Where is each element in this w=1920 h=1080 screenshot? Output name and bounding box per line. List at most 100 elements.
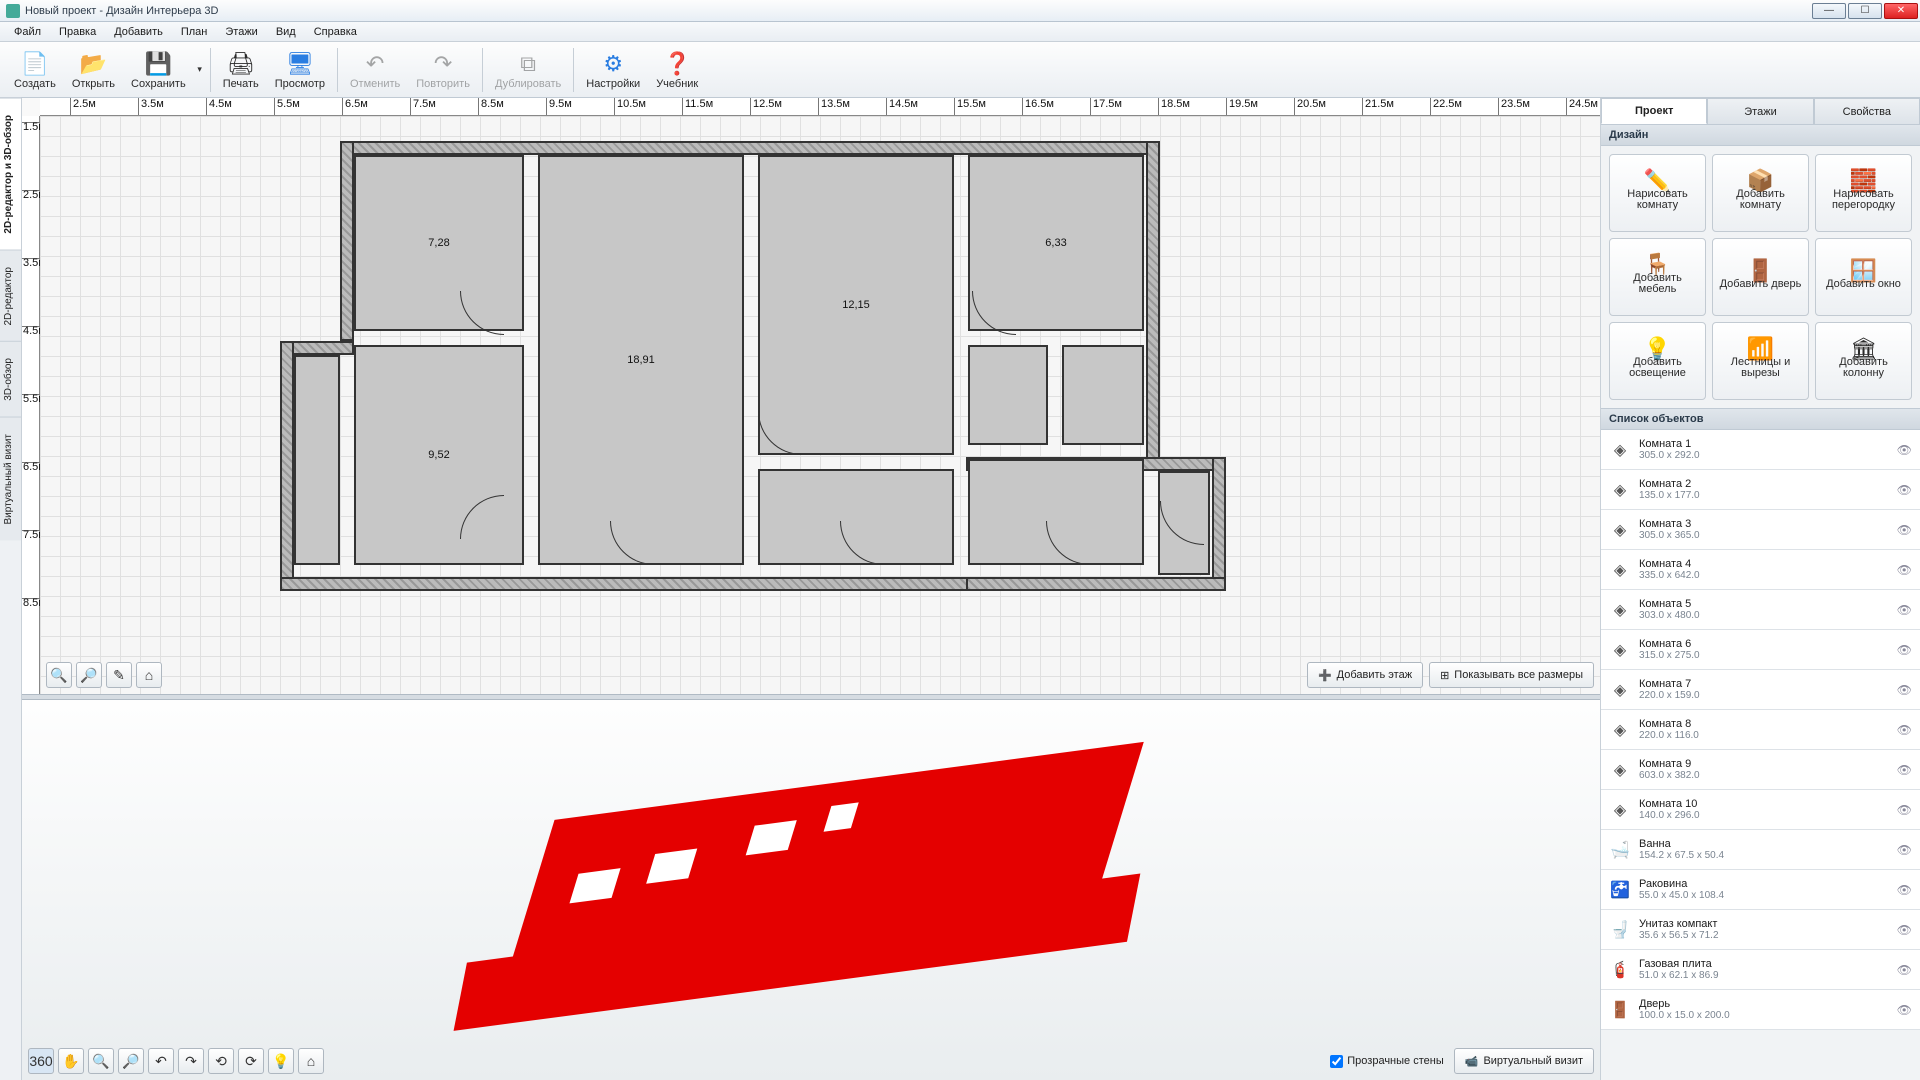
object-row[interactable]: ◈Комната 5303.0 x 480.0👁 xyxy=(1601,590,1920,630)
zoom-out-button[interactable]: 🔍 xyxy=(46,662,72,688)
menu-edit[interactable]: Правка xyxy=(51,24,104,40)
visibility-icon[interactable]: 👁 xyxy=(1897,843,1912,857)
pan-button[interactable]: ✋ xyxy=(58,1048,84,1074)
print-icon: 🖨 xyxy=(227,50,255,78)
design-button[interactable]: 🧱Нарисовать перегородку xyxy=(1815,154,1912,232)
design-button[interactable]: ✏️Нарисовать комнату xyxy=(1609,154,1706,232)
draw-button[interactable]: ✎ xyxy=(106,662,132,688)
menu-view[interactable]: Вид xyxy=(268,24,304,40)
maximize-button[interactable]: ☐ xyxy=(1848,3,1882,19)
visibility-icon[interactable]: 👁 xyxy=(1897,483,1912,497)
show-dims-button[interactable]: ⊞Показывать все размеры xyxy=(1429,662,1594,688)
save-button[interactable]: 💾Сохранить xyxy=(123,47,194,93)
object-row[interactable]: 🛁Ванна154.2 x 67.5 x 50.4👁 xyxy=(1601,830,1920,870)
tab-properties[interactable]: Свойства xyxy=(1814,98,1920,124)
add-floor-button[interactable]: ➕Добавить этаж xyxy=(1307,662,1423,688)
redo-button[interactable]: ↷Повторить xyxy=(408,47,478,93)
visibility-icon[interactable]: 👁 xyxy=(1897,723,1912,737)
ruler-icon: ⊞ xyxy=(1440,669,1449,682)
object-row[interactable]: ◈Комната 9603.0 x 382.0👁 xyxy=(1601,750,1920,790)
rotate-right-button[interactable]: ↷ xyxy=(178,1048,204,1074)
room-balcony-left[interactable] xyxy=(294,355,340,565)
visibility-icon[interactable]: 👁 xyxy=(1897,563,1912,577)
visibility-icon[interactable]: 👁 xyxy=(1897,963,1912,977)
zoom-out-3d-button[interactable]: 🔍 xyxy=(88,1048,114,1074)
visibility-icon[interactable]: 👁 xyxy=(1897,523,1912,537)
visibility-icon[interactable]: 👁 xyxy=(1897,443,1912,457)
light-button[interactable]: 💡 xyxy=(268,1048,294,1074)
room-small-1[interactable] xyxy=(968,345,1048,445)
visibility-icon[interactable]: 👁 xyxy=(1897,803,1912,817)
folder-icon: 📂 xyxy=(79,50,107,78)
side-tab-2d[interactable]: 2D-редактор xyxy=(0,250,21,342)
room-small-2[interactable] xyxy=(1062,345,1144,445)
object-list[interactable]: ◈Комната 1305.0 x 292.0👁◈Комната 2135.0 … xyxy=(1601,430,1920,1080)
object-icon: ◈ xyxy=(1609,759,1631,781)
object-row[interactable]: ◈Комната 4335.0 x 642.0👁 xyxy=(1601,550,1920,590)
object-row[interactable]: ◈Комната 3305.0 x 365.0👁 xyxy=(1601,510,1920,550)
object-row[interactable]: ◈Комната 8220.0 x 116.0👁 xyxy=(1601,710,1920,750)
tab-floors[interactable]: Этажи xyxy=(1707,98,1813,124)
design-button[interactable]: 💡Добавить освещение xyxy=(1609,322,1706,400)
undo-button[interactable]: ↶Отменить xyxy=(342,47,408,93)
orbit-left-button[interactable]: ⟲ xyxy=(208,1048,234,1074)
menu-help[interactable]: Справка xyxy=(306,24,365,40)
visibility-icon[interactable]: 👁 xyxy=(1897,683,1912,697)
visibility-icon[interactable]: 👁 xyxy=(1897,883,1912,897)
menu-add[interactable]: Добавить xyxy=(106,24,171,40)
side-tab-virtual[interactable]: Виртуальный визит xyxy=(0,417,21,541)
home-button[interactable]: ⌂ xyxy=(136,662,162,688)
view360-button[interactable]: 360 xyxy=(28,1048,54,1074)
view-3d-canvas[interactable]: 360 ✋ 🔍 🔎 ↶ ↷ ⟲ ⟳ 💡 ⌂ Прозрачные стены 📹… xyxy=(22,700,1600,1080)
visibility-icon[interactable]: 👁 xyxy=(1897,923,1912,937)
room-3[interactable]: 12,15 xyxy=(758,155,954,455)
zoom-in-3d-button[interactable]: 🔎 xyxy=(118,1048,144,1074)
object-row[interactable]: 🧯Газовая плита51.0 x 62.1 x 86.9👁 xyxy=(1601,950,1920,990)
file-icon: 📄 xyxy=(21,50,49,78)
object-row[interactable]: ◈Комната 10140.0 x 296.0👁 xyxy=(1601,790,1920,830)
new-button[interactable]: 📄Создать xyxy=(6,47,64,93)
zoom-in-button[interactable]: 🔎 xyxy=(76,662,102,688)
virtual-visit-button[interactable]: 📹Виртуальный визит xyxy=(1454,1048,1594,1074)
menu-file[interactable]: Файл xyxy=(6,24,49,40)
side-tab-combo[interactable]: 2D-редактор и 3D-обзор xyxy=(0,98,21,250)
settings-button[interactable]: ⚙Настройки xyxy=(578,47,648,93)
print-button[interactable]: 🖨Печать xyxy=(215,47,267,93)
plan-2d-canvas[interactable]: 7,28 18,91 12,15 6,33 9,52 xyxy=(40,116,1600,694)
design-button[interactable]: 🪑Добавить мебель xyxy=(1609,238,1706,316)
preview-button[interactable]: 🖥Просмотр xyxy=(267,47,333,93)
visibility-icon[interactable]: 👁 xyxy=(1897,763,1912,777)
rotate-left-button[interactable]: ↶ xyxy=(148,1048,174,1074)
design-button[interactable]: 🪟Добавить окно xyxy=(1815,238,1912,316)
minimize-button[interactable]: — xyxy=(1812,3,1846,19)
design-button[interactable]: 🏛Добавить колонну xyxy=(1815,322,1912,400)
orbit-right-button[interactable]: ⟳ xyxy=(238,1048,264,1074)
side-tab-3d[interactable]: 3D-обзор xyxy=(0,341,21,417)
tab-project[interactable]: Проект xyxy=(1601,98,1707,124)
visibility-icon[interactable]: 👁 xyxy=(1897,1003,1912,1017)
design-button[interactable]: 📦Добавить комнату xyxy=(1712,154,1809,232)
menu-floors[interactable]: Этажи xyxy=(217,24,265,40)
object-row[interactable]: ◈Комната 7220.0 x 159.0👁 xyxy=(1601,670,1920,710)
design-button[interactable]: 🚪Добавить дверь xyxy=(1712,238,1809,316)
visibility-icon[interactable]: 👁 xyxy=(1897,603,1912,617)
close-button[interactable]: ✕ xyxy=(1884,3,1918,19)
design-icon: 📶 xyxy=(1747,343,1774,354)
save-dropdown[interactable]: ▾ xyxy=(194,64,206,75)
menu-plan[interactable]: План xyxy=(173,24,216,40)
duplicate-button[interactable]: ⧉Дублировать xyxy=(487,47,569,93)
object-row[interactable]: ◈Комната 2135.0 x 177.0👁 xyxy=(1601,470,1920,510)
object-row[interactable]: 🚽Унитаз компакт35.6 x 56.5 x 71.2👁 xyxy=(1601,910,1920,950)
ruler-horizontal: 2.5м3.5м4.5м5.5м6.5м7.5м8.5м9.5м10.5м11.… xyxy=(40,98,1600,116)
transparent-walls-checkbox[interactable]: Прозрачные стены xyxy=(1330,1055,1443,1068)
object-row[interactable]: ◈Комната 1305.0 x 292.0👁 xyxy=(1601,430,1920,470)
room-2[interactable]: 18,91 xyxy=(538,155,744,565)
manual-button[interactable]: ❓Учебник xyxy=(648,47,706,93)
open-button[interactable]: 📂Открыть xyxy=(64,47,123,93)
design-button[interactable]: 📶Лестницы и вырезы xyxy=(1712,322,1809,400)
object-row[interactable]: 🚰Раковина55.0 x 45.0 x 108.4👁 xyxy=(1601,870,1920,910)
object-row[interactable]: ◈Комната 6315.0 x 275.0👁 xyxy=(1601,630,1920,670)
object-row[interactable]: 🚪Дверь100.0 x 15.0 x 200.0👁 xyxy=(1601,990,1920,1030)
home-3d-button[interactable]: ⌂ xyxy=(298,1048,324,1074)
visibility-icon[interactable]: 👁 xyxy=(1897,643,1912,657)
